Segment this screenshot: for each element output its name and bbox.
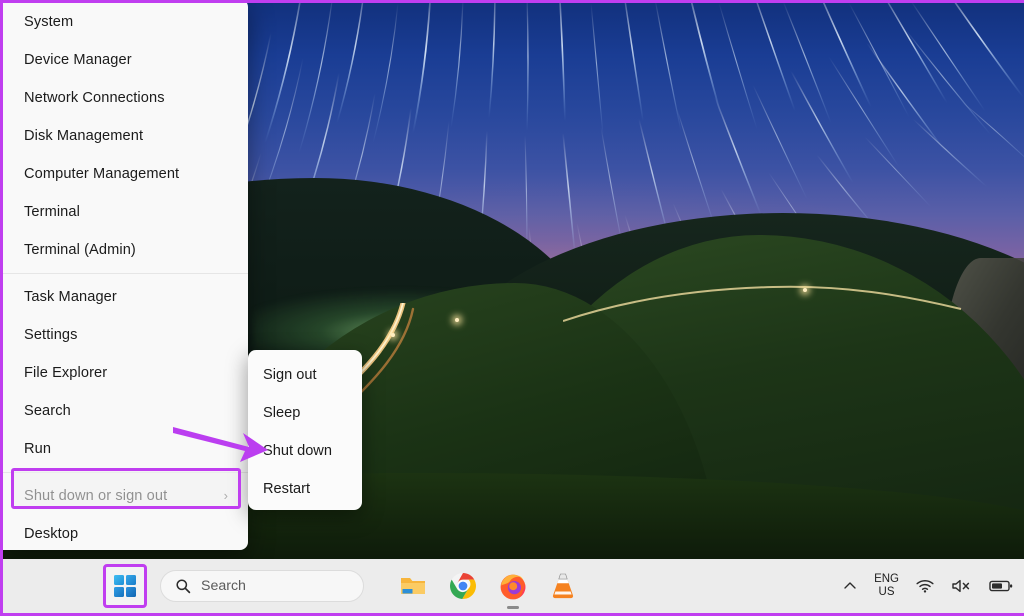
menu-item-shut-down-or-sign-out[interactable]: Shut down or sign out › (3, 477, 248, 515)
menu-item-task-manager[interactable]: Task Manager (3, 278, 248, 316)
battery-button[interactable] (989, 579, 1013, 593)
taskbar-file-explorer[interactable] (398, 571, 428, 601)
language-primary: ENG (874, 573, 899, 585)
menu-separator-1 (3, 273, 248, 274)
folder-icon (401, 578, 425, 594)
chevron-right-icon: › (223, 488, 228, 503)
search-icon (176, 579, 191, 594)
valley-light-1 (455, 318, 459, 322)
running-indicator (507, 605, 519, 609)
taskbar-app-icons (398, 571, 578, 609)
valley-light-3 (803, 288, 807, 292)
menu-item-computer-management[interactable]: Computer Management (3, 155, 248, 193)
menu-item-label: Shut down or sign out (24, 488, 168, 504)
taskbar-vlc-media-player[interactable] (548, 571, 578, 601)
menu-item-system[interactable]: System (3, 3, 248, 41)
chrome-icon (450, 573, 476, 600)
menu-item-network-connections[interactable]: Network Connections (3, 79, 248, 117)
language-secondary: US (878, 586, 895, 598)
taskbar: Search ENG US (3, 559, 1024, 613)
menu-item-settings[interactable]: Settings (3, 316, 248, 354)
firefox-icon (500, 574, 526, 600)
speaker-muted-icon (952, 579, 970, 593)
battery-icon (989, 580, 1013, 592)
wifi-icon (916, 579, 934, 593)
ridge-road-lights (563, 285, 962, 322)
taskbar-left-group: Search (3, 564, 578, 609)
screen: System Device Manager Network Connection… (0, 0, 1024, 616)
vlc-cone-icon (552, 573, 574, 599)
menu-item-disk-management[interactable]: Disk Management (3, 117, 248, 155)
menu-separator-2 (3, 472, 248, 473)
menu-item-desktop[interactable]: Desktop (3, 515, 248, 550)
menu-item-terminal[interactable]: Terminal (3, 193, 248, 231)
submenu-item-sign-out[interactable]: Sign out (248, 356, 362, 394)
annotation-arrow (173, 427, 268, 462)
network-button[interactable] (915, 578, 935, 594)
language-indicator[interactable]: ENG US (874, 573, 899, 599)
start-button[interactable] (103, 564, 147, 608)
submenu-item-restart[interactable]: Restart (248, 470, 362, 508)
menu-item-terminal-admin[interactable]: Terminal (Admin) (3, 231, 248, 269)
windows-logo-icon (113, 574, 137, 598)
chevron-up-icon (844, 582, 856, 589)
valley-light-2 (391, 333, 395, 337)
menu-item-device-manager[interactable]: Device Manager (3, 41, 248, 79)
volume-button[interactable] (951, 578, 973, 594)
menu-item-file-explorer[interactable]: File Explorer (3, 354, 248, 392)
taskbar-google-chrome[interactable] (448, 571, 478, 601)
taskbar-mozilla-firefox[interactable] (498, 571, 528, 609)
search-input[interactable]: Search (201, 578, 246, 594)
tray-overflow-button[interactable] (842, 578, 858, 594)
system-tray: ENG US (842, 573, 1024, 599)
taskbar-search-box[interactable]: Search (160, 570, 364, 602)
